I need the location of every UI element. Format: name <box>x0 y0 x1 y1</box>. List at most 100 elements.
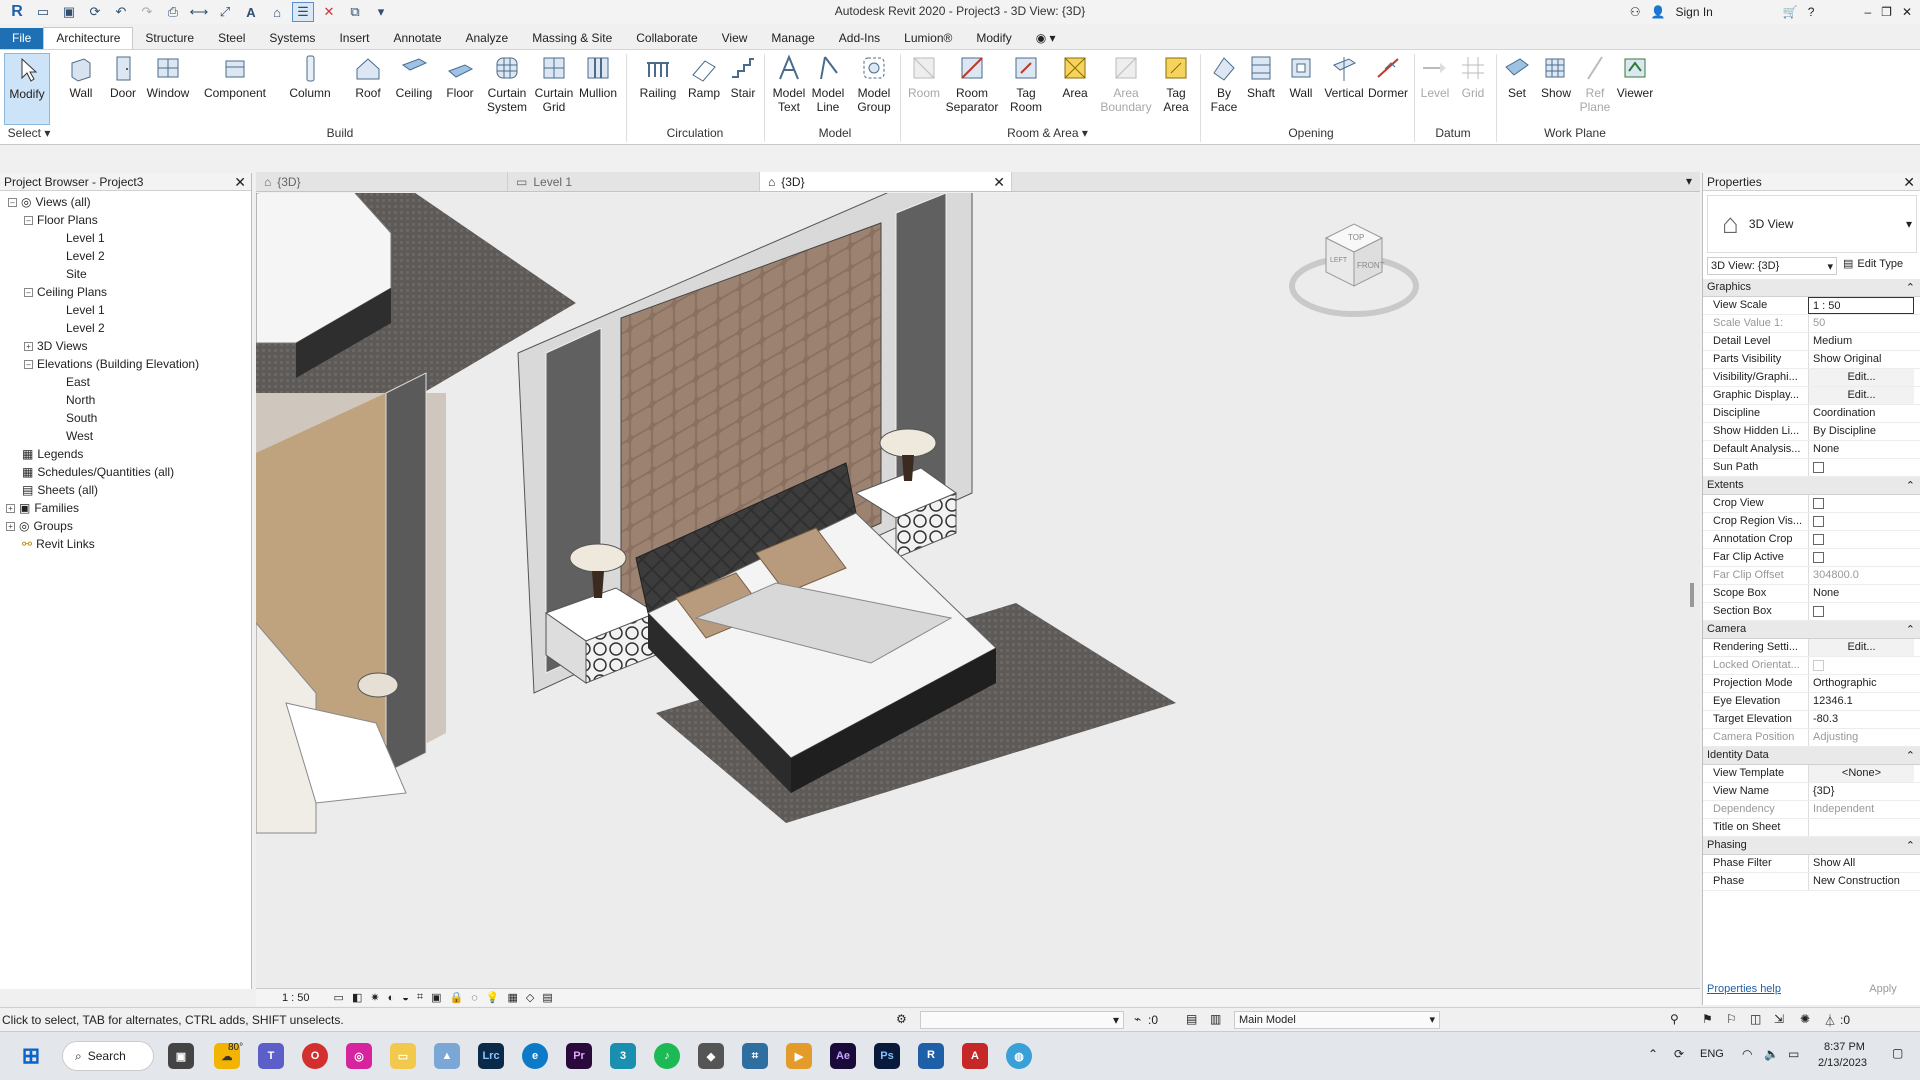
tree-item[interactable]: Site <box>66 267 87 281</box>
dimension-icon[interactable]: ⤢ <box>214 2 236 22</box>
group-room-area[interactable]: Room & Area ▾ <box>1000 126 1095 140</box>
design-option-dropdown[interactable]: Main Model ▾ <box>1234 1011 1440 1029</box>
drag-elements-icon[interactable]: ⇲ <box>1774 1012 1784 1026</box>
view-scale[interactable]: 1 : 50 <box>282 992 310 1004</box>
3d-viewport[interactable]: TOP FRONT LEFT <box>256 193 1700 989</box>
collapse-icon[interactable]: ⌃ <box>1906 479 1915 492</box>
default-3d-icon[interactable]: ⌂ <box>266 2 288 22</box>
expand-icon[interactable]: + <box>6 521 15 531</box>
type-selector[interactable]: ⌂ 3D View ▾ <box>1707 195 1917 253</box>
tree-item[interactable]: Level 2 <box>66 321 105 335</box>
column-tool[interactable]: Column <box>286 53 334 100</box>
tree-item[interactable]: South <box>66 411 97 425</box>
instagram-icon[interactable]: ◎ <box>346 1043 372 1069</box>
set-workplane-tool[interactable]: Set <box>1500 53 1534 100</box>
user-icon[interactable]: 👤 <box>1651 5 1666 19</box>
cart-icon[interactable]: 🛒 <box>1783 5 1798 19</box>
collapse-icon[interactable]: ⌃ <box>1906 623 1915 636</box>
tab-add-ins[interactable]: Add-Ins <box>827 28 892 49</box>
area-tool[interactable]: Area <box>1058 53 1092 100</box>
minimize-button[interactable]: – <box>1864 5 1871 19</box>
ceiling-tool[interactable]: Ceiling <box>392 53 436 100</box>
model-text-tool[interactable]: Model Text <box>768 53 810 114</box>
prop-value[interactable]: By Discipline <box>1808 423 1914 440</box>
prop-value[interactable]: None <box>1808 441 1914 458</box>
revit-taskbar-icon[interactable]: R <box>918 1043 944 1069</box>
clock-time[interactable]: 8:37 PM <box>1824 1041 1865 1053</box>
print-icon[interactable]: ⎙ <box>162 2 184 22</box>
notification-icon[interactable]: ▢ <box>1892 1046 1903 1060</box>
prop-value[interactable]: Medium <box>1808 333 1914 350</box>
highlight-icon[interactable]: ▤ <box>542 991 552 1004</box>
edge-icon[interactable]: e <box>522 1043 548 1069</box>
tree-item[interactable]: North <box>66 393 95 407</box>
tag-room-tool[interactable]: Tag Room <box>1006 53 1046 114</box>
worksets-icon[interactable]: ⚙ <box>896 1012 907 1026</box>
section-graphics[interactable]: Graphics ⌃ <box>1703 279 1920 297</box>
opera-icon[interactable]: O <box>302 1043 328 1069</box>
tree-revit-links[interactable]: ⚯ Revit Links <box>22 537 95 551</box>
autocad-icon[interactable]: A <box>962 1043 988 1069</box>
lightroom-classic-icon[interactable]: Lrc <box>478 1043 504 1069</box>
checkbox[interactable] <box>1813 533 1824 545</box>
media-player-icon[interactable]: ▶ <box>786 1043 812 1069</box>
tree-floor-plans[interactable]: – Floor Plans <box>24 213 98 227</box>
prop-value[interactable] <box>1808 603 1914 620</box>
globe-icon[interactable]: ◍ <box>1006 1043 1032 1069</box>
section-identity[interactable]: Identity Data ⌃ <box>1703 747 1920 765</box>
prop-value[interactable]: 1 : 50 <box>1808 297 1914 314</box>
instance-selector[interactable]: 3D View: {3D} ▾ <box>1707 257 1837 275</box>
redo-icon[interactable]: ↷ <box>136 2 158 22</box>
show-crop-icon[interactable]: ▣ <box>431 991 441 1004</box>
measure-icon[interactable]: ⟷ <box>188 2 210 22</box>
shadows-icon[interactable]: ◐ <box>388 992 395 1004</box>
checkbox[interactable] <box>1813 515 1824 527</box>
reveal-hidden-icon[interactable]: 💡 <box>486 991 500 1004</box>
collapse-icon[interactable]: ⌃ <box>1906 281 1915 294</box>
workset-dropdown[interactable]: ▾ <box>920 1011 1124 1029</box>
tree-item[interactable]: East <box>66 375 90 389</box>
taskbar-search[interactable]: ⌕ Search <box>62 1041 154 1071</box>
clock-date[interactable]: 2/13/2023 <box>1818 1057 1867 1069</box>
sun-path-icon[interactable]: ✷ <box>370 991 379 1004</box>
collapse-icon[interactable]: – <box>24 287 33 297</box>
apply-button[interactable]: Apply <box>1853 981 1913 999</box>
checkbox[interactable] <box>1813 605 1824 617</box>
tree-sheets[interactable]: ▤ Sheets (all) <box>22 483 98 497</box>
tab-systems[interactable]: Systems <box>257 28 327 49</box>
close-button[interactable]: ✕ <box>1902 5 1912 19</box>
contextual-tab-toggle[interactable]: ◉ ▾ <box>1024 28 1068 49</box>
prop-value[interactable]: 12346.1 <box>1808 693 1914 710</box>
sync-icon[interactable]: ⟳ <box>84 2 106 22</box>
help-icon[interactable]: ? <box>1808 5 1815 19</box>
main-model-icon[interactable]: ▥ <box>1210 1012 1221 1026</box>
model-line-tool[interactable]: Model Line <box>808 53 848 114</box>
prop-value[interactable]: New Construction <box>1808 873 1914 890</box>
viewer-tool[interactable]: Viewer <box>1614 53 1656 100</box>
modify-tool[interactable]: Modify <box>4 53 50 125</box>
tree-item[interactable]: Level 1 <box>66 303 105 317</box>
prop-value[interactable]: -80.3 <box>1808 711 1914 728</box>
select-underlay-icon[interactable]: ⚑ <box>1702 1012 1713 1026</box>
visual-style-icon[interactable]: ◧ <box>352 991 362 1004</box>
crop-icon[interactable]: ⌗ <box>417 991 423 1004</box>
splitter-handle[interactable] <box>1690 583 1694 607</box>
prop-value[interactable]: <None> <box>1808 765 1914 782</box>
language-indicator[interactable]: ENG <box>1700 1048 1724 1060</box>
save-icon[interactable]: ▣ <box>58 2 80 22</box>
checkbox[interactable] <box>1813 551 1824 563</box>
window-tool[interactable]: Window <box>144 53 192 100</box>
properties-help-link[interactable]: Properties help <box>1707 983 1781 995</box>
tab-analyze[interactable]: Analyze <box>454 28 521 49</box>
analytical-icon[interactable]: ◇ <box>526 991 534 1004</box>
prop-value[interactable]: Edit... <box>1808 387 1914 404</box>
tree-groups[interactable]: + ◎ Groups <box>6 519 73 533</box>
tab-massing-site[interactable]: Massing & Site <box>520 28 624 49</box>
prop-value[interactable]: Show All <box>1808 855 1914 872</box>
prop-value[interactable]: {3D} <box>1808 783 1914 800</box>
model-group-tool[interactable]: Model Group <box>852 53 896 114</box>
expand-icon[interactable]: + <box>24 341 33 351</box>
lock-3d-icon[interactable]: 🔒 <box>449 991 463 1004</box>
tree-3d-views[interactable]: +3D Views <box>24 339 87 353</box>
sign-in-link[interactable]: Sign In <box>1675 5 1712 19</box>
